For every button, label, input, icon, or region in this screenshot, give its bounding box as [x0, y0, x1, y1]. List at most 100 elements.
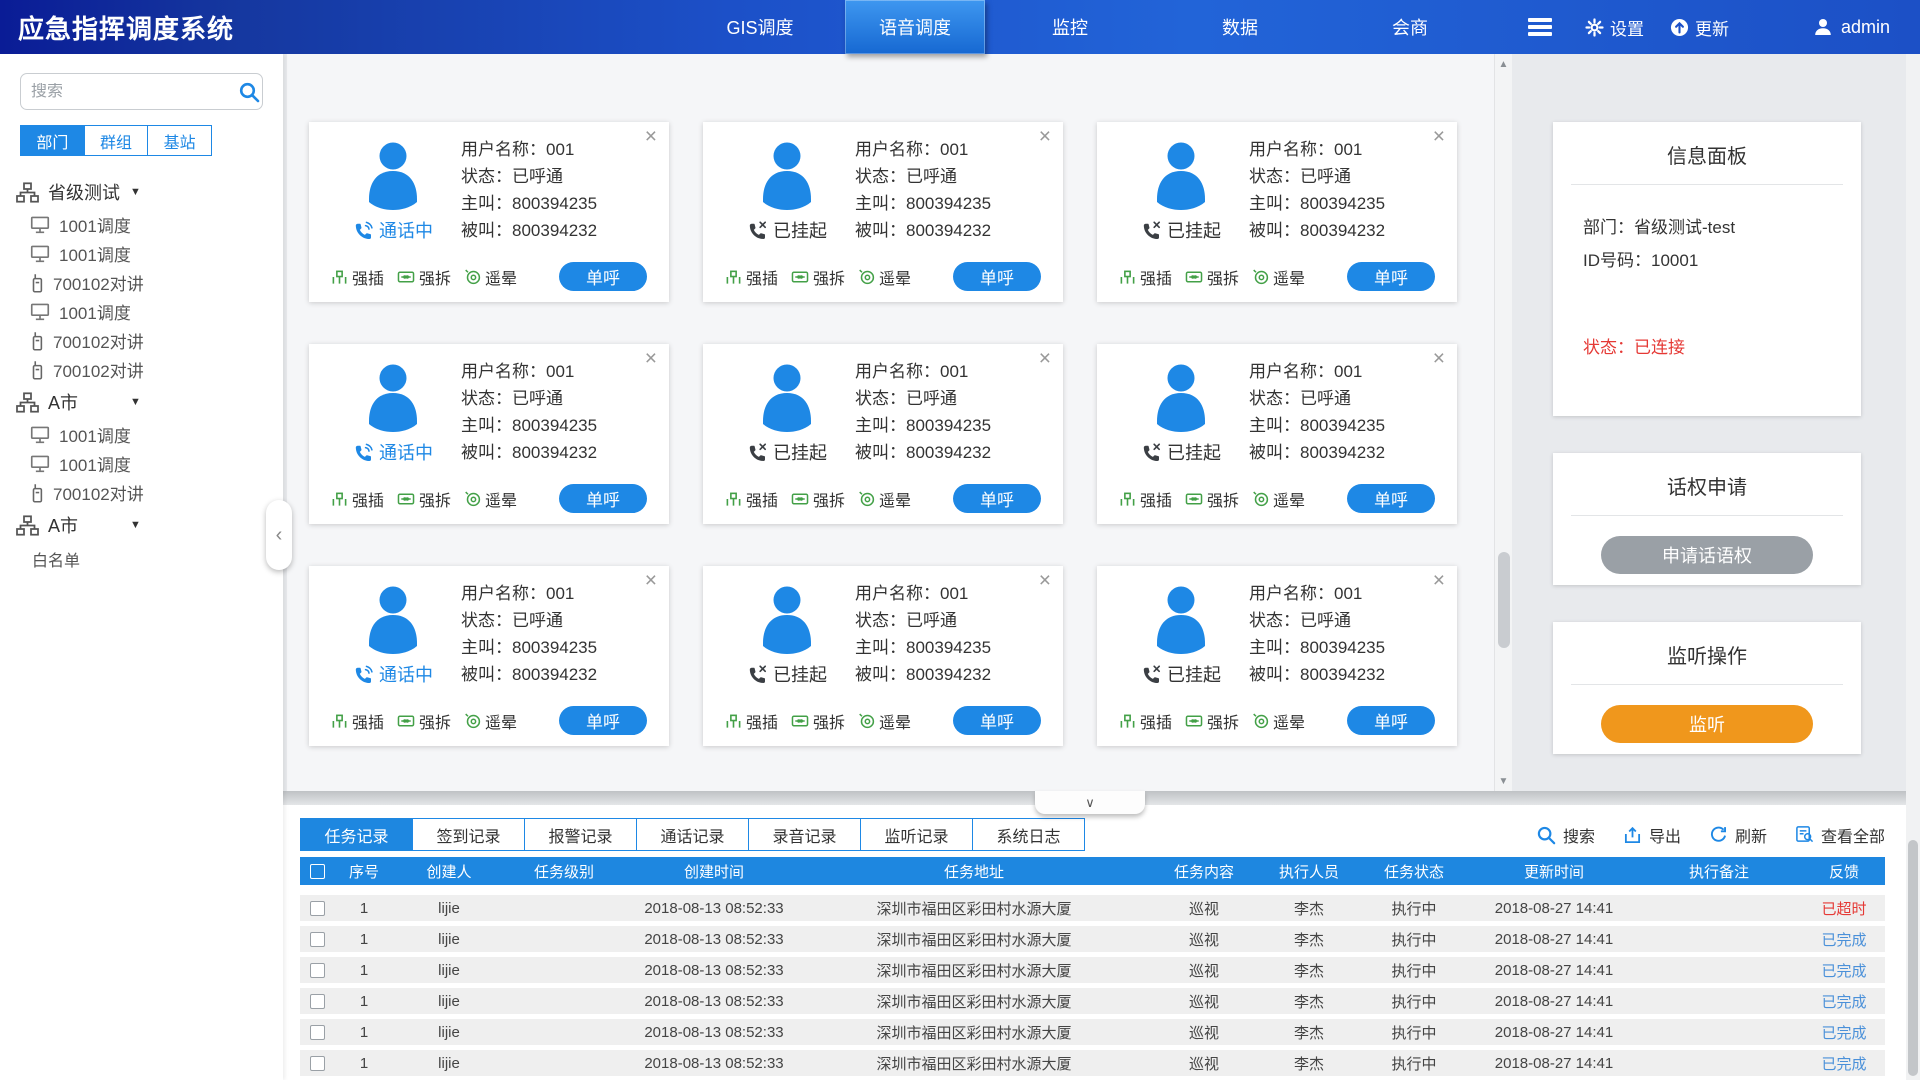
cell-feedback[interactable]: 已完成: [1804, 960, 1884, 981]
close-icon[interactable]: ×: [1039, 126, 1051, 147]
nav-item-2[interactable]: 语音调度: [845, 0, 985, 54]
cards-scrollbar-thumb[interactable]: [1498, 552, 1510, 648]
collapse-bottom-panel-button[interactable]: ∨: [1035, 791, 1145, 814]
remote-stun-button[interactable]: 遥晕: [1252, 487, 1305, 511]
remote-stun-button[interactable]: 遥晕: [464, 709, 517, 733]
force-split-button[interactable]: 强拆: [791, 487, 845, 511]
force-split-button[interactable]: 强拆: [791, 265, 845, 289]
tree-group-1[interactable]: 省级测试▼: [16, 174, 283, 210]
force-insert-button[interactable]: 强插: [331, 487, 384, 511]
row-checkbox[interactable]: [310, 994, 325, 1009]
page-scrollbar[interactable]: [1906, 54, 1920, 1080]
force-split-button[interactable]: 强拆: [791, 709, 845, 733]
nav-item-4[interactable]: 数据: [1155, 0, 1325, 54]
single-call-button[interactable]: 单呼: [953, 262, 1041, 291]
sidebar-tab-2[interactable]: 群组: [84, 126, 148, 155]
remote-stun-button[interactable]: 遥晕: [1252, 265, 1305, 289]
row-checkbox[interactable]: [310, 1025, 325, 1040]
tree-item-1-3[interactable]: 700102对讲: [30, 268, 283, 297]
caret-down-icon[interactable]: ▼: [130, 186, 141, 198]
close-icon[interactable]: ×: [1433, 126, 1445, 147]
request-talk-right-button[interactable]: 申请话语权: [1601, 536, 1813, 574]
viewall-tool-button[interactable]: 查看全部: [1795, 823, 1885, 847]
close-icon[interactable]: ×: [1039, 570, 1051, 591]
force-split-button[interactable]: 强拆: [1185, 709, 1239, 733]
settings-button[interactable]: 设置: [1585, 15, 1644, 40]
force-insert-button[interactable]: 强插: [725, 487, 778, 511]
single-call-button[interactable]: 单呼: [559, 706, 647, 735]
records-tab-7[interactable]: 系统日志: [972, 818, 1085, 851]
records-tab-6[interactable]: 监听记录: [860, 818, 973, 851]
nav-item-5[interactable]: 会商: [1325, 0, 1495, 54]
force-insert-button[interactable]: 强插: [331, 265, 384, 289]
close-icon[interactable]: ×: [645, 570, 657, 591]
force-split-button[interactable]: 强拆: [397, 487, 451, 511]
tree-item-3-1[interactable]: 白名单: [32, 543, 283, 575]
cell-feedback[interactable]: 已超时: [1804, 898, 1884, 919]
tree-item-1-5[interactable]: 700102对讲: [30, 326, 283, 355]
search-icon[interactable]: [238, 81, 260, 103]
caret-down-icon[interactable]: ▼: [130, 396, 141, 408]
single-call-button[interactable]: 单呼: [559, 484, 647, 513]
single-call-button[interactable]: 单呼: [1347, 706, 1435, 735]
search-input[interactable]: [31, 83, 238, 101]
export-tool-button[interactable]: 导出: [1623, 823, 1681, 847]
force-insert-button[interactable]: 强插: [725, 709, 778, 733]
refresh-tool-button[interactable]: 刷新: [1709, 823, 1767, 847]
tree-group-3[interactable]: A市▼: [16, 507, 283, 543]
force-insert-button[interactable]: 强插: [1119, 265, 1172, 289]
cell-feedback[interactable]: 已完成: [1804, 929, 1884, 950]
tree-item-1-4[interactable]: 1001调度: [30, 297, 283, 326]
force-insert-button[interactable]: 强插: [1119, 487, 1172, 511]
monitor-button[interactable]: 监听: [1601, 705, 1813, 743]
sidebar-collapse-handle[interactable]: ‹: [266, 500, 292, 570]
force-split-button[interactable]: 强拆: [1185, 265, 1239, 289]
tree-item-1-2[interactable]: 1001调度: [30, 239, 283, 268]
cards-scrollbar[interactable]: ▲ ▼: [1494, 54, 1512, 793]
force-insert-button[interactable]: 强插: [1119, 709, 1172, 733]
single-call-button[interactable]: 单呼: [953, 706, 1041, 735]
caret-down-icon[interactable]: ▼: [130, 519, 141, 531]
close-icon[interactable]: ×: [645, 348, 657, 369]
close-icon[interactable]: ×: [1039, 348, 1051, 369]
update-button[interactable]: 更新: [1670, 15, 1729, 40]
select-all-checkbox[interactable]: [310, 864, 325, 879]
records-tab-1[interactable]: 任务记录: [300, 818, 413, 851]
menu-icon[interactable]: [1495, 0, 1585, 54]
force-insert-button[interactable]: 强插: [331, 709, 384, 733]
remote-stun-button[interactable]: 遥晕: [858, 709, 911, 733]
tree-item-2-3[interactable]: 700102对讲: [30, 478, 283, 507]
search-tool-button[interactable]: 搜索: [1536, 823, 1595, 847]
single-call-button[interactable]: 单呼: [1347, 262, 1435, 291]
close-icon[interactable]: ×: [645, 126, 657, 147]
remote-stun-button[interactable]: 遥晕: [464, 265, 517, 289]
remote-stun-button[interactable]: 遥晕: [858, 265, 911, 289]
force-split-button[interactable]: 强拆: [1185, 487, 1239, 511]
tree-group-2[interactable]: A市▼: [16, 384, 283, 420]
close-icon[interactable]: ×: [1433, 348, 1445, 369]
records-tab-3[interactable]: 报警记录: [524, 818, 637, 851]
user-menu[interactable]: admin: [1813, 0, 1890, 54]
records-tab-4[interactable]: 通话记录: [636, 818, 749, 851]
single-call-button[interactable]: 单呼: [559, 262, 647, 291]
cell-feedback[interactable]: 已完成: [1804, 1053, 1884, 1074]
tree-item-1-6[interactable]: 700102对讲: [30, 355, 283, 384]
sidebar-tab-3[interactable]: 基站: [147, 126, 211, 155]
records-tab-5[interactable]: 录音记录: [748, 818, 861, 851]
close-icon[interactable]: ×: [1433, 570, 1445, 591]
nav-item-3[interactable]: 监控: [985, 0, 1155, 54]
cell-feedback[interactable]: 已完成: [1804, 1022, 1884, 1043]
cell-feedback[interactable]: 已完成: [1804, 991, 1884, 1012]
row-checkbox[interactable]: [310, 1056, 325, 1071]
tree-item-2-1[interactable]: 1001调度: [30, 420, 283, 449]
page-scrollbar-thumb[interactable]: [1908, 840, 1918, 1076]
tree-item-1-1[interactable]: 1001调度: [30, 210, 283, 239]
records-tab-2[interactable]: 签到记录: [412, 818, 525, 851]
sidebar-tab-1[interactable]: 部门: [21, 126, 84, 155]
row-checkbox[interactable]: [310, 901, 325, 916]
remote-stun-button[interactable]: 遥晕: [858, 487, 911, 511]
single-call-button[interactable]: 单呼: [953, 484, 1041, 513]
force-split-button[interactable]: 强拆: [397, 709, 451, 733]
force-insert-button[interactable]: 强插: [725, 265, 778, 289]
scroll-down-icon[interactable]: ▼: [1495, 774, 1512, 790]
